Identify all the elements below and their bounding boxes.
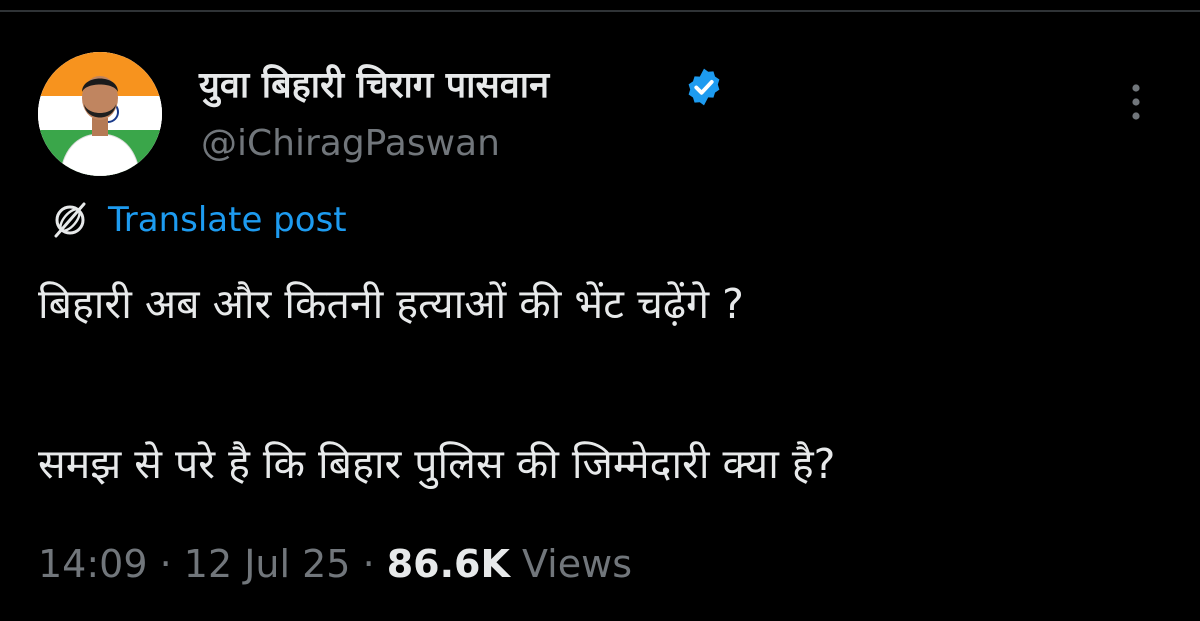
author-handle[interactable]: @iChiragPaswan <box>201 120 500 168</box>
post-date[interactable]: 12 Jul 25 <box>184 542 351 586</box>
post-meta: 14:09 · 12 Jul 25 · 86.6K Views <box>38 536 632 592</box>
translate-globe-icon <box>54 202 86 238</box>
avatar-photo <box>38 52 162 176</box>
meta-separator: · <box>147 542 184 586</box>
author-display-name[interactable]: युवा बिहारी चिराग पासवान <box>199 62 549 110</box>
post-time[interactable]: 14:09 <box>38 542 148 586</box>
post-text-line-2: समझ से परे है कि बिहार पुलिस की जिम्मेदा… <box>38 440 836 488</box>
avatar[interactable] <box>38 52 162 176</box>
translate-post-label: Translate post <box>108 200 347 240</box>
verified-badge-icon <box>688 68 720 106</box>
meta-separator: · <box>350 542 387 586</box>
post-text-line-1: बिहारी अब और कितनी हत्याओं की भेंट चढ़ें… <box>38 280 744 328</box>
views-count[interactable]: 86.6K <box>387 542 510 586</box>
more-options-icon[interactable] <box>1122 80 1150 124</box>
views-label: Views <box>509 542 632 586</box>
top-divider <box>0 10 1200 12</box>
translate-post-button[interactable]: Translate post <box>50 196 347 244</box>
